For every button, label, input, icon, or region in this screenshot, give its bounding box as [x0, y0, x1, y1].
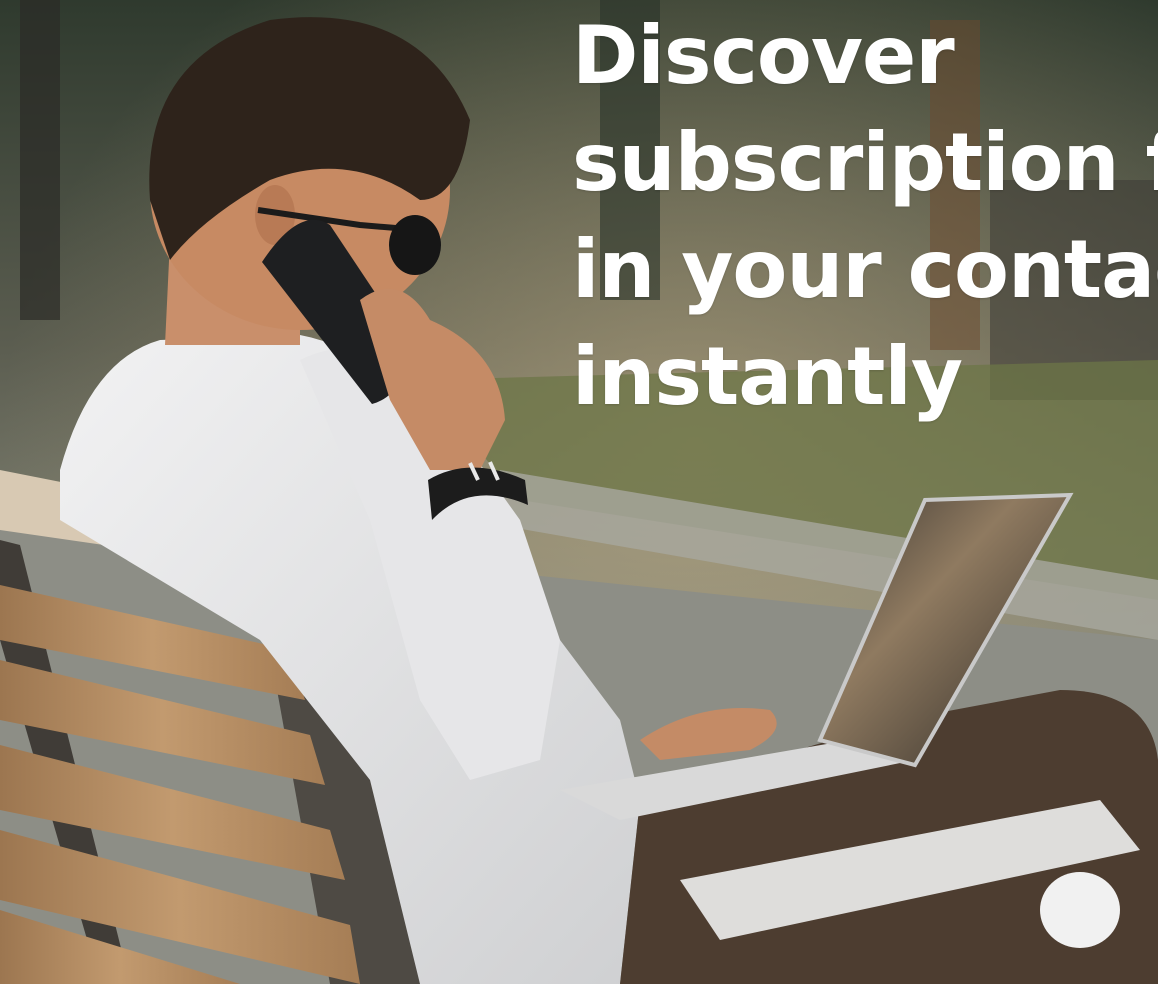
- headline-clip: Discover subscription from in your conta…: [0, 0, 1158, 984]
- hero-headline: Discover subscription from in your conta…: [572, 9, 1158, 423]
- hero-section: Discover subscription from in your conta…: [0, 0, 1158, 984]
